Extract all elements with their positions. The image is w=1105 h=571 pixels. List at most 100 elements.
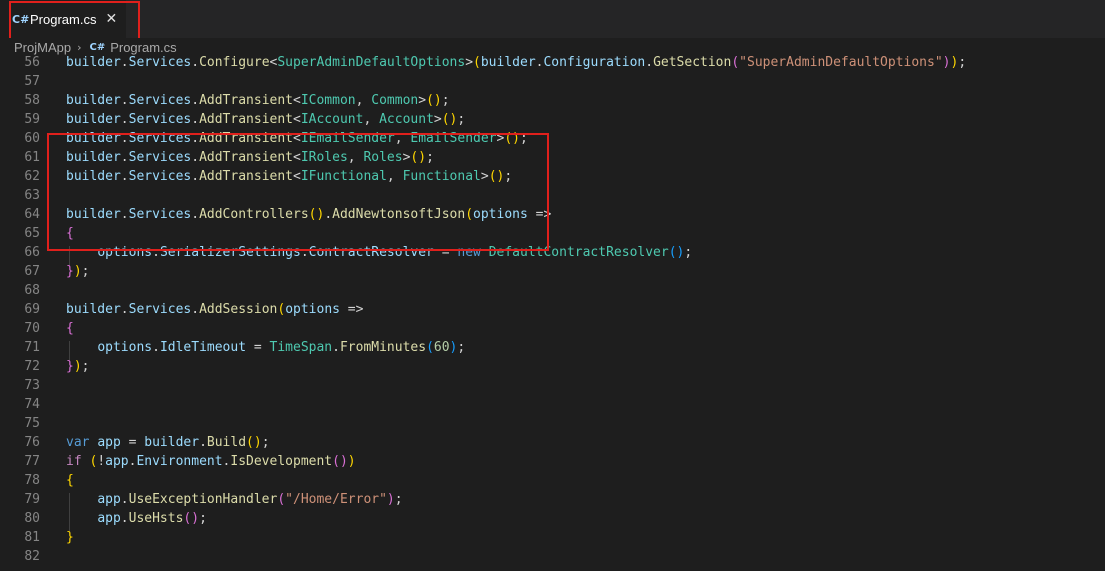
code-line[interactable]: 80 app.UseHsts(); [0,509,1105,528]
highlight-box [47,133,549,251]
line-number: 61 [24,150,40,165]
code-token: () [332,454,348,469]
line-number: 71 [24,340,40,355]
line-number: 59 [24,112,40,127]
code-token: ) [73,359,82,374]
code-token: Services [128,302,192,317]
code-token: builder [66,302,121,317]
code-token: ) [942,55,951,70]
code-line[interactable]: 79 app.UseExceptionHandler("/Home/Error"… [0,490,1105,509]
line-number: 60 [24,131,40,146]
code-editor[interactable]: 82 81} 80 app.UseHsts(); 79 app.UseExceptio… [0,53,1105,571]
line-number: 76 [24,435,40,450]
code-token: . [120,112,129,127]
code-token: > [418,93,427,108]
code-token: IAccount [300,112,364,127]
code-token: SuperAdminDefaultOptions [277,55,466,70]
code-token: . [332,340,340,355]
code-token: options [285,302,340,317]
code-token: { [66,473,74,488]
line-number: 72 [24,359,40,374]
line-number: 62 [24,169,40,184]
code-token: , [363,112,380,127]
code-token: IdleTimeout [159,340,247,355]
code-token: > [465,55,474,70]
code-token: if [66,454,82,469]
line-number: 74 [24,397,40,412]
code-token: . [152,340,160,355]
code-token: ( [473,55,481,70]
code-line[interactable]: 56 builder.Services.Configure<SuperAdminD… [0,53,1105,72]
code-token: > [433,112,442,127]
code-token: . [191,302,200,317]
code-line[interactable]: 77 if (!app.Environment.IsDevelopment()) [0,452,1105,471]
code-token: "SuperAdminDefaultOptions" [739,55,943,70]
code-token: Configure [199,55,270,70]
code-line[interactable]: 76 var app = builder.Build(); [0,433,1105,452]
line-number: 66 [24,245,40,260]
line-number: 56 [24,55,40,70]
code-token: GetSection [653,55,732,70]
code-token: = [246,340,270,355]
code-token: Services [128,112,192,127]
code-line[interactable]: 78 { [0,471,1105,490]
code-line[interactable]: 75 [0,414,1105,433]
code-token: builder [66,112,121,127]
code-token: . [191,112,200,127]
code-token: "/Home/Error" [285,492,387,507]
code-line[interactable]: 73 [0,376,1105,395]
code-token: Services [128,55,192,70]
code-token: Build [206,435,247,450]
code-line[interactable]: 82 [0,547,1105,566]
code-token: Configuration [543,55,646,70]
code-line[interactable]: 57 [0,72,1105,91]
code-line[interactable]: 59 builder.Services.AddTransient<IAccount… [0,110,1105,129]
code-token: = [120,435,145,450]
code-line[interactable]: 67}); [0,262,1105,281]
code-token: app [97,511,121,526]
code-line[interactable]: 74 [0,395,1105,414]
code-line[interactable]: 69 builder.Services.AddSession(options => [0,300,1105,319]
code-token: ( [731,55,740,70]
code-token: ( [277,302,286,317]
code-line[interactable]: 68 [0,281,1105,300]
code-token: => [339,302,364,317]
code-token: . [120,492,129,507]
editor-tab-bar: C# Program.cs ✕ [0,0,1105,38]
code-text: var app = builder.Build(); [66,433,270,452]
code-line[interactable]: 81} [0,528,1105,547]
code-text: app.UseHsts(); [66,509,207,528]
code-token: } [66,530,74,545]
code-token: ; [261,435,270,450]
code-token: () [441,112,458,127]
code-token: . [120,302,129,317]
code-token: . [645,55,654,70]
code-token: () [246,435,262,450]
line-number: 81 [24,530,40,545]
line-number: 67 [24,264,40,279]
code-line[interactable]: 70 { [0,319,1105,338]
line-number: 82 [24,549,40,564]
code-token: app [105,454,129,469]
code-text: options.IdleTimeout = TimeSpan.FromMinut… [66,338,465,357]
code-token: < [293,112,301,127]
code-token: builder [66,93,121,108]
code-token: var [66,435,90,450]
code-token: app [97,492,121,507]
code-token: () [426,93,442,108]
code-line[interactable]: 58 builder.Services.AddTransient<ICommon,… [0,91,1105,110]
code-token: UseHsts [128,511,184,526]
code-token: 60 [433,340,450,355]
code-token: , [355,93,372,108]
code-token: ; [457,112,466,127]
code-text: if (!app.Environment.IsDevelopment()) [66,452,356,471]
code-token: ; [81,359,90,374]
code-token: } [66,264,74,279]
code-line[interactable]: 72}); [0,357,1105,376]
code-token: ) [386,492,395,507]
code-line[interactable]: 71 options.IdleTimeout = TimeSpan.FromMi… [0,338,1105,357]
code-token: ( [426,340,434,355]
code-token: ; [457,340,466,355]
code-token: Account [379,112,434,127]
